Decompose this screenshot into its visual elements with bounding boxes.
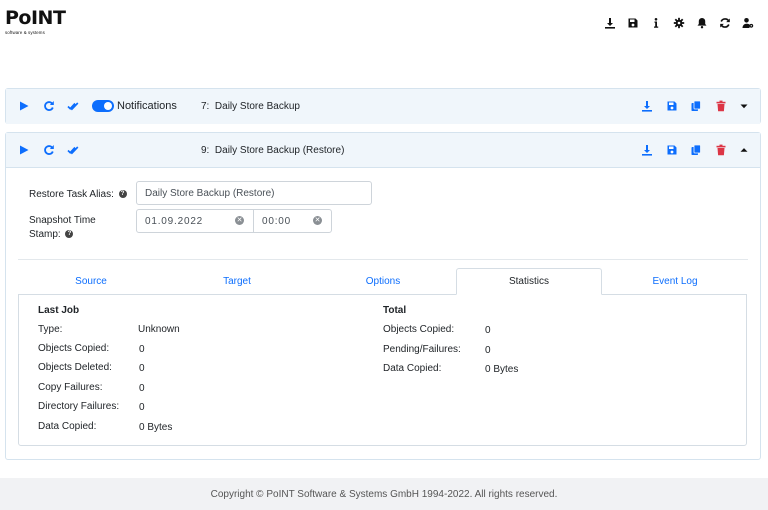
- stat-label: Objects Copied:: [38, 343, 110, 354]
- check-double-icon[interactable]: [67, 100, 79, 112]
- stat-value: 0 Bytes: [485, 364, 519, 375]
- play-icon[interactable]: [18, 100, 30, 112]
- user-settings-icon[interactable]: [742, 17, 754, 29]
- stat-label: Objects Deleted:: [38, 362, 112, 373]
- download-icon[interactable]: [641, 100, 653, 112]
- notifications-toggle[interactable]: [92, 100, 114, 112]
- top-toolbar: [604, 17, 754, 29]
- trash-icon[interactable]: [715, 100, 727, 112]
- last-job-title: Last Job: [38, 305, 80, 316]
- alias-label: Restore Task Alias: ?: [29, 188, 127, 202]
- help-icon[interactable]: ?: [118, 190, 127, 199]
- tab-source[interactable]: Source: [18, 268, 164, 295]
- stat-value: 0: [139, 363, 145, 374]
- stat-label: Directory Failures:: [38, 401, 120, 412]
- info-icon[interactable]: [650, 17, 662, 29]
- clear-time-icon[interactable]: ✕: [313, 216, 322, 225]
- stat-value: 0: [139, 383, 145, 394]
- stat-value: 0: [485, 345, 491, 356]
- refresh-icon[interactable]: [719, 17, 731, 29]
- stat-value: 0: [139, 402, 145, 413]
- top-bar: PoINT software & systems: [0, 0, 768, 52]
- stat-label: Copy Failures:: [38, 382, 103, 393]
- snapshot-label: Snapshot Time Stamp: ?: [29, 215, 96, 240]
- logo[interactable]: PoINT software & systems: [5, 7, 66, 44]
- save-icon[interactable]: [666, 100, 678, 112]
- download-icon[interactable]: [604, 17, 616, 29]
- save-icon[interactable]: [666, 144, 678, 156]
- copyright-text: Copyright © PoINT Software & Systems Gmb…: [210, 489, 558, 500]
- save-icon[interactable]: [627, 17, 639, 29]
- stat-label: Pending/Failures:: [383, 344, 461, 355]
- chevron-up-icon[interactable]: [738, 144, 750, 156]
- stat-label: Objects Copied:: [383, 324, 455, 335]
- trash-icon[interactable]: [715, 144, 727, 156]
- tab-options[interactable]: Options: [310, 268, 456, 295]
- clear-date-icon[interactable]: ✕: [235, 216, 244, 225]
- chevron-down-icon[interactable]: [738, 100, 750, 112]
- copy-icon[interactable]: [690, 100, 702, 112]
- tab-target[interactable]: Target: [164, 268, 310, 295]
- copy-icon[interactable]: [690, 144, 702, 156]
- stat-value: 0: [139, 344, 145, 355]
- tab-statistics[interactable]: Statistics: [456, 268, 602, 295]
- stat-value: Unknown: [138, 324, 180, 335]
- stat-label: Data Copied:: [383, 363, 442, 374]
- task-card-7: Notifications 7: Daily Store Backup: [5, 88, 761, 124]
- task-card-9: 9: Daily Store Backup (Restore) Restore …: [5, 132, 761, 460]
- alias-input[interactable]: Daily Store Backup (Restore): [136, 181, 372, 205]
- footer: Copyright © PoINT Software & Systems Gmb…: [0, 478, 768, 510]
- total-title: Total: [383, 305, 407, 316]
- tab-event-log[interactable]: Event Log: [602, 268, 748, 295]
- logo-subtitle: software & systems: [5, 30, 45, 35]
- gear-icon[interactable]: [673, 17, 685, 29]
- notifications-label: Notifications: [117, 100, 177, 112]
- play-icon[interactable]: [18, 144, 30, 156]
- bell-icon[interactable]: [696, 17, 708, 29]
- help-icon[interactable]: ?: [65, 230, 74, 239]
- task-title: 7: Daily Store Backup: [201, 101, 300, 112]
- stat-value: 0 Bytes: [139, 422, 173, 433]
- statistics-panel: Last Job Type: Unknown Objects Copied: 0…: [18, 294, 747, 446]
- logo-text: PoINT: [5, 7, 66, 29]
- refresh-icon[interactable]: [43, 144, 55, 156]
- task-card-9-header: 9: Daily Store Backup (Restore): [6, 133, 760, 168]
- check-double-icon[interactable]: [67, 144, 79, 156]
- task-card-7-header: Notifications 7: Daily Store Backup: [6, 89, 760, 124]
- download-icon[interactable]: [641, 144, 653, 156]
- stat-value: 0: [485, 325, 491, 336]
- stat-label: Data Copied:: [38, 421, 97, 432]
- stat-label: Type:: [38, 324, 63, 335]
- divider: [18, 259, 748, 260]
- refresh-icon[interactable]: [43, 100, 55, 112]
- task-title: 9: Daily Store Backup (Restore): [201, 145, 345, 156]
